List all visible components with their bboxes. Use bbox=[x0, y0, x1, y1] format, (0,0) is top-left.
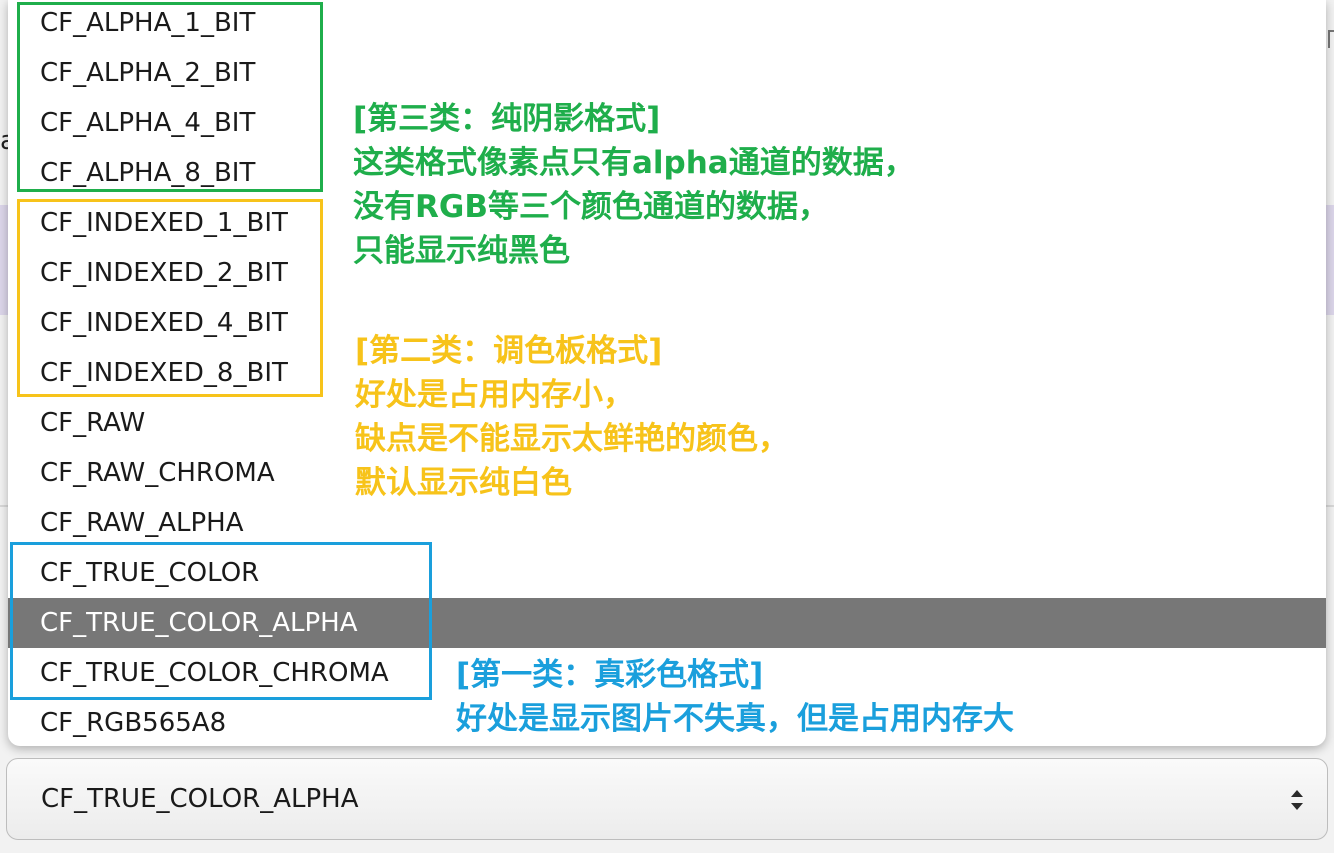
select-current-value: CF_TRUE_COLOR_ALPHA bbox=[41, 784, 359, 814]
note-line: 没有RGB等三个颜色通道的数据， bbox=[353, 189, 829, 225]
background-corner-mark bbox=[1328, 30, 1334, 48]
note-line: [第三类：纯阴影格式] bbox=[353, 101, 661, 137]
dropdown-option[interactable]: CF_TRUE_COLOR_ALPHA bbox=[8, 598, 1326, 648]
note-line: 好处是显示图片不失真，但是占用内存大 bbox=[456, 701, 1014, 737]
dropdown-option[interactable]: CF_RAW_ALPHA bbox=[8, 498, 1326, 548]
note-line: 只能显示纯黑色 bbox=[353, 233, 570, 269]
dropdown-option[interactable]: CF_ALPHA_2_BIT bbox=[8, 48, 1326, 98]
dropdown-option[interactable]: CF_ALPHA_1_BIT bbox=[8, 0, 1326, 48]
note-line: [第二类：调色板格式] bbox=[355, 333, 663, 369]
indexed-formats-note: [第二类：调色板格式] 好处是占用内存小， 缺点是不能显示太鲜艳的颜色， 默认显… bbox=[355, 329, 789, 505]
up-down-arrows-icon bbox=[1291, 790, 1303, 810]
true-color-formats-note: [第一类：真彩色格式] 好处是显示图片不失真，但是占用内存大 bbox=[456, 653, 1014, 741]
dropdown-option[interactable]: CF_TRUE_COLOR bbox=[8, 548, 1326, 598]
note-line: [第一类：真彩色格式] bbox=[456, 657, 764, 693]
note-line: 这类格式像素点只有alpha通道的数据， bbox=[353, 145, 915, 181]
background-text-fragment: a bbox=[0, 126, 8, 156]
note-line: 好处是占用内存小， bbox=[355, 377, 634, 413]
alpha-formats-note: [第三类：纯阴影格式] 这类格式像素点只有alpha通道的数据， 没有RGB等三… bbox=[353, 97, 915, 273]
note-line: 缺点是不能显示太鲜艳的颜色， bbox=[355, 421, 789, 457]
note-line: 默认显示纯白色 bbox=[355, 465, 572, 501]
color-format-dropdown-list[interactable]: CF_ALPHA_1_BIT CF_ALPHA_2_BIT CF_ALPHA_4_B… bbox=[8, 0, 1326, 746]
color-format-select[interactable]: CF_TRUE_COLOR_ALPHA bbox=[6, 758, 1328, 840]
